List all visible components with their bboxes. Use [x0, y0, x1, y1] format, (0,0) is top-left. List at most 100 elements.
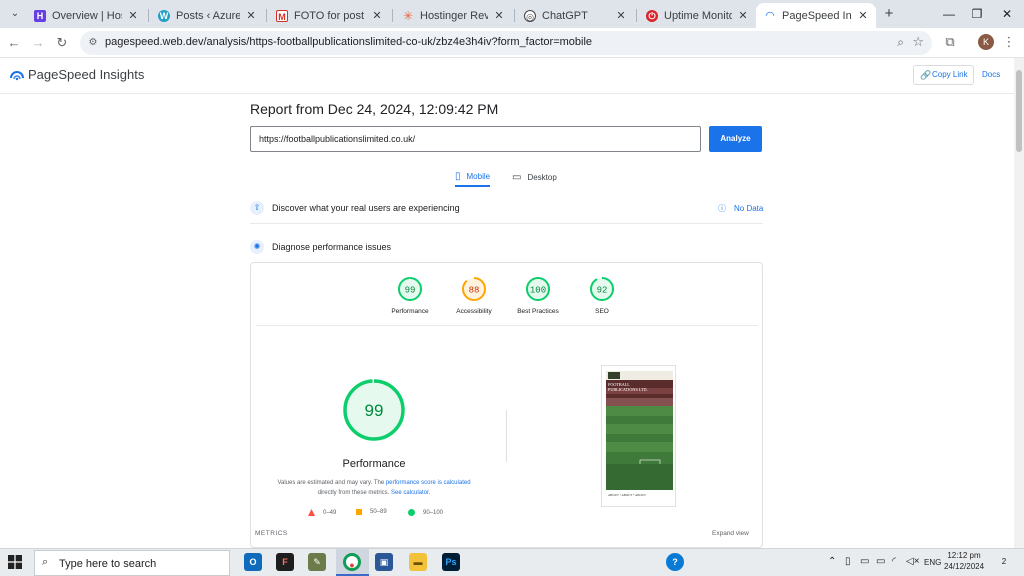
psi-brand-title[interactable]: PageSpeed Insights: [28, 67, 144, 82]
bookmark-star-icon[interactable]: ☆: [912, 34, 924, 50]
extensions-puzzle-icon[interactable]: ⧉: [942, 34, 958, 50]
close-icon[interactable]: ✕: [370, 9, 384, 22]
category-score-value: 88: [469, 286, 480, 296]
final-screenshot-thumbnail[interactable]: FOOTBALL PUBLICATIONS LTD. ABOUT • ABOUT…: [601, 365, 676, 507]
tab-title: ChatGPT: [542, 9, 588, 22]
photoshop-icon[interactable]: Ps: [442, 553, 460, 571]
zoom-icon[interactable]: ⌕: [897, 35, 904, 50]
new-tab-plus-icon[interactable]: +: [880, 5, 898, 23]
category-gauge-accessibility[interactable]: 88: [461, 276, 487, 302]
tab-uptime-monitor[interactable]: ⏻ Uptime Monitor Pric ✕: [638, 3, 756, 28]
tab-azuresky-posts[interactable]: W Posts ‹ AzureSky Web ✕: [150, 3, 264, 28]
analyze-button[interactable]: Analyze: [709, 126, 762, 152]
windows-start-icon[interactable]: [8, 555, 22, 569]
close-icon[interactable]: ✕: [856, 9, 870, 22]
tab-title: PageSpeed Insights: [782, 9, 852, 22]
score-calc-link[interactable]: performance score is calculated: [386, 480, 471, 486]
menu-kebab-icon[interactable]: ⋮: [1002, 34, 1016, 50]
notification-center-icon[interactable]: 2: [996, 554, 1012, 570]
scrollbar-thumb[interactable]: [1016, 70, 1022, 152]
no-data-indicator[interactable]: ⓘ No Data: [718, 203, 763, 214]
category-gauge-seo[interactable]: 92: [589, 276, 615, 302]
tab-separator: [636, 9, 637, 22]
category-label[interactable]: SEO: [567, 308, 637, 315]
clock-time: 12:12 pm: [947, 551, 981, 560]
green-circle-icon: [408, 509, 415, 516]
tab-title: Hostinger Review: Co: [420, 9, 488, 22]
tray-tablet-icon[interactable]: ▯: [845, 556, 851, 567]
chrome-icon[interactable]: ●: [343, 553, 361, 571]
minimize-icon[interactable]: —: [940, 5, 958, 23]
orange-square-icon: [356, 509, 362, 515]
figma-icon[interactable]: F: [276, 553, 294, 571]
taskbar-search[interactable]: ⌕ Type here to search: [34, 550, 230, 576]
image-viewer-icon[interactable]: ▣: [375, 553, 393, 571]
window-close-icon[interactable]: ✕: [998, 5, 1016, 23]
docs-link[interactable]: Docs: [982, 70, 1000, 79]
close-icon[interactable]: ✕: [614, 9, 628, 22]
tab-chatgpt[interactable]: ◎ ChatGPT ✕: [516, 3, 634, 28]
note-text: Values are estimated and may vary. The: [277, 480, 386, 486]
close-icon[interactable]: ✕: [126, 9, 140, 22]
outlook-icon[interactable]: O: [244, 553, 262, 571]
profile-avatar[interactable]: K: [978, 34, 994, 50]
close-icon[interactable]: ✕: [492, 9, 506, 22]
restore-icon[interactable]: ❐: [968, 5, 986, 23]
close-icon[interactable]: ✕: [736, 9, 750, 22]
category-label[interactable]: Accessibility: [439, 308, 509, 315]
analyze-url-input[interactable]: [250, 126, 701, 152]
tray-volume-muted-icon[interactable]: ◁×: [906, 556, 920, 567]
tab-title: FOTO for post - kosta: [294, 9, 366, 22]
users-chart-icon: ⇧: [250, 201, 264, 215]
tab-search-chevron-icon[interactable]: ⌄: [6, 5, 24, 23]
tab-gmail-foto[interactable]: M FOTO for post - kosta ✕: [268, 3, 390, 28]
file-explorer-icon[interactable]: ▬: [409, 553, 427, 571]
tray-battery-icon[interactable]: ▭: [876, 556, 885, 567]
legend-fail: 0–49: [308, 509, 336, 516]
psi-header: [0, 58, 1014, 94]
help-question-icon[interactable]: ?: [666, 553, 684, 571]
expand-view-toggle[interactable]: Expand view: [712, 530, 749, 537]
clock-date: 24/12/2024: [944, 562, 985, 571]
address-bar[interactable]: ⚙ pagespeed.web.dev/analysis/https-footb…: [80, 31, 932, 55]
info-icon: ⓘ: [718, 204, 726, 213]
tab-desktop-label: Desktop: [527, 172, 557, 182]
category-gauge-best-practices[interactable]: 100: [525, 276, 551, 302]
back-arrow-icon[interactable]: ←: [5, 34, 23, 52]
tray-chevron-up-icon[interactable]: ⌃: [828, 556, 836, 567]
reload-icon[interactable]: ↻: [53, 34, 71, 52]
inkscape-icon[interactable]: ✎: [308, 553, 326, 571]
discover-section[interactable]: ⇧ Discover what your real users are expe…: [250, 194, 763, 222]
category-label[interactable]: Performance: [375, 308, 445, 315]
page-scrollbar[interactable]: [1014, 58, 1024, 548]
tab-title: Uptime Monitor Pric: [664, 9, 732, 22]
tab-hostinger-overview[interactable]: H Overview | Hostinger ✕: [26, 3, 146, 28]
performance-score-value: 99: [365, 401, 384, 420]
taskbar-clock[interactable]: 12:12 pm 24/12/2024: [944, 550, 984, 572]
site-settings-icon[interactable]: ⚙: [86, 36, 100, 50]
category-score-value: 99: [405, 286, 416, 296]
tray-wifi-icon[interactable]: ◜: [892, 556, 896, 567]
forward-arrow-icon[interactable]: →: [29, 34, 47, 52]
copy-link-button[interactable]: 🔗 Copy Link: [913, 65, 974, 85]
tab-desktop[interactable]: ▭ Desktop: [512, 167, 557, 187]
category-label[interactable]: Best Practices: [503, 308, 573, 315]
report-title: Report from Dec 24, 2024, 12:09:42 PM: [250, 101, 499, 117]
category-score-value: 100: [530, 286, 546, 296]
no-data-label: No Data: [734, 204, 764, 213]
diagnose-heading: Diagnose performance issues: [272, 242, 392, 252]
tab-separator: [148, 9, 149, 22]
taskbar-search-placeholder: Type here to search: [59, 558, 157, 570]
category-gauge-performance[interactable]: 99: [397, 276, 423, 302]
tab-mobile[interactable]: ▯ Mobile: [455, 167, 491, 187]
close-icon[interactable]: ✕: [244, 9, 258, 22]
vertical-separator: [506, 410, 507, 462]
screenshot-brand-line2: PUBLICATIONS LTD.: [608, 387, 648, 392]
tab-pagespeed-insights[interactable]: ◠ PageSpeed Insights ✕: [756, 3, 876, 28]
tray-language[interactable]: ENG: [924, 558, 941, 567]
discover-heading: Discover what your real users are experi…: [272, 203, 460, 213]
pagespeed-logo-icon: [10, 71, 24, 81]
tab-hostinger-review[interactable]: ✳ Hostinger Review: Co ✕: [394, 3, 512, 28]
tray-display-icon[interactable]: ▭: [860, 556, 869, 567]
see-calculator-link[interactable]: See calculator.: [391, 490, 430, 496]
